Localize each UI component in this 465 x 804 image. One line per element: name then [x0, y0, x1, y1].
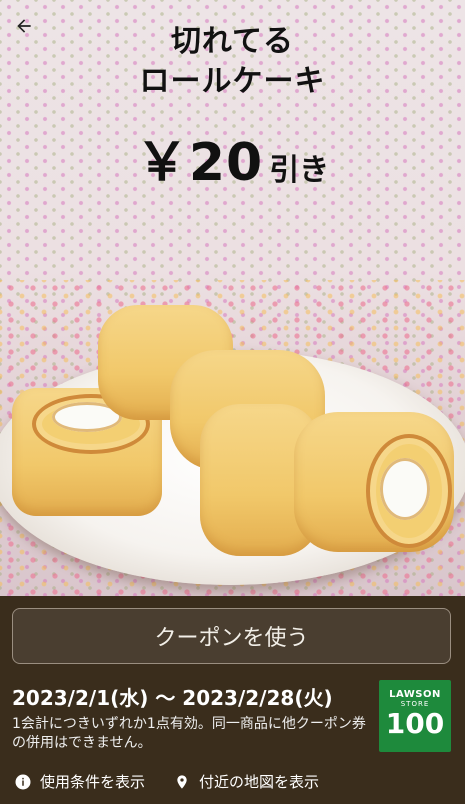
use-coupon-button[interactable]: クーポンを使う — [12, 608, 451, 664]
show-map-link[interactable]: 付近の地図を表示 — [173, 771, 319, 792]
show-terms-label: 使用条件を表示 — [40, 773, 146, 791]
coupon-details-panel: クーポンを使う 2023/2/1(水) 〜 2023/2/28(火) 1会計につ… — [0, 596, 465, 804]
info-icon — [14, 773, 32, 791]
product-title-line1: 切れてる — [170, 24, 295, 59]
coupon-screen: 切れてる ロールケーキ ￥20 引き クーポンを使う 2023/2/1(水) 〜… — [0, 0, 465, 804]
back-button[interactable] — [10, 12, 38, 40]
discount-amount: ￥20 — [135, 133, 264, 193]
back-arrow-icon — [17, 19, 31, 33]
roll-cake-slice — [294, 412, 454, 552]
logo-line1: LAWSON — [389, 689, 441, 700]
coupon-hero-image: 切れてる ロールケーキ ￥20 引き — [0, 0, 465, 596]
product-title: 切れてる ロールケーキ — [0, 22, 465, 102]
discount-label: ￥20 引き — [0, 120, 465, 195]
logo-line3: 100 — [385, 707, 445, 740]
footer-links: 使用条件を表示 付近の地図を表示 — [14, 771, 347, 792]
product-title-line2: ロールケーキ — [139, 64, 326, 99]
location-pin-icon — [173, 773, 191, 791]
discount-suffix: 引き — [269, 153, 330, 188]
lawson-store-100-logo: LAWSON STORE 100 — [379, 680, 451, 752]
show-terms-link[interactable]: 使用条件を表示 — [14, 771, 145, 792]
usage-notes: 1会計につきいずれか1点有効。同一商品に他クーポン券の併用はできません。 — [12, 716, 366, 751]
show-map-label: 付近の地図を表示 — [199, 773, 320, 791]
validity-period: 2023/2/1(水) 〜 2023/2/28(火) — [12, 686, 333, 710]
